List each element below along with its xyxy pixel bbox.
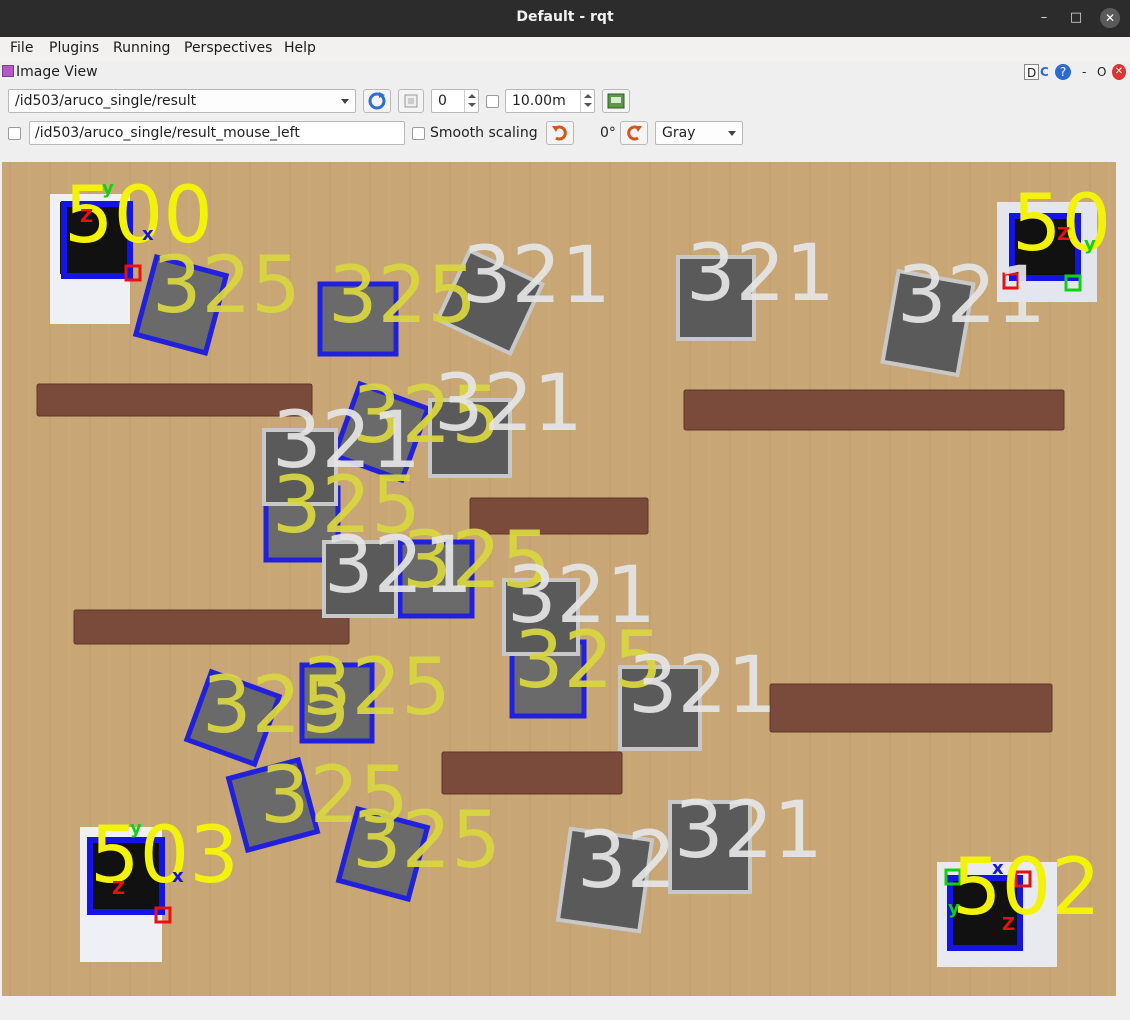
reload-plugin-button[interactable]: C <box>1040 64 1049 80</box>
rotate-right-button[interactable] <box>620 121 648 145</box>
marker-id-label: 321 <box>324 521 473 611</box>
max-range-spinbox[interactable]: 10.00m <box>505 89 595 113</box>
refresh-icon <box>368 92 386 110</box>
svg-text:x: x <box>172 866 184 887</box>
close-plugin-icon[interactable]: ✕ <box>1112 64 1126 80</box>
marker-id-label: 321 <box>434 359 583 449</box>
svg-text:y: y <box>102 178 114 199</box>
topic-selector[interactable]: /id503/aruco_single/result <box>8 89 356 113</box>
menu-running[interactable]: Running <box>113 40 170 56</box>
rotation-label: 0° <box>600 125 616 141</box>
marker-id-label: 321 <box>674 786 823 876</box>
zoom-fit-icon <box>404 94 418 108</box>
svg-text:y: y <box>130 818 142 839</box>
rotate-right-icon <box>627 125 642 141</box>
window-titlebar: Default - rqt – □ ✕ <box>0 0 1130 37</box>
spin-arrows-icon[interactable] <box>464 90 478 112</box>
menu-help[interactable]: Help <box>284 40 316 56</box>
image-view-icon <box>2 65 14 77</box>
marker-id-label: 321 <box>628 641 777 731</box>
color-scheme-value: Gray <box>662 125 696 141</box>
maximize-button[interactable]: □ <box>1066 8 1086 28</box>
topic-selector-value: /id503/aruco_single/result <box>15 93 197 109</box>
svg-text:x: x <box>142 224 154 245</box>
marker-id-label: 325 <box>152 241 301 331</box>
marker-id-label: 325 <box>202 661 351 751</box>
plugin-header: Image View D C ? - O ✕ <box>0 61 1130 85</box>
save-image-icon <box>607 93 625 109</box>
zoom-fit-button[interactable] <box>398 89 424 113</box>
marker-id-label: 502 <box>952 843 1101 933</box>
save-image-button[interactable] <box>602 89 630 113</box>
marker-id-label: 321 <box>897 251 1046 341</box>
menu-perspectives[interactable]: Perspectives <box>184 40 272 56</box>
marker-id-label: 321 <box>272 396 421 486</box>
smooth-scaling-label: Smooth scaling <box>430 125 538 141</box>
svg-text:Z: Z <box>80 206 93 227</box>
svg-text:y: y <box>948 898 960 919</box>
rotation-spinbox[interactable]: 0 <box>431 89 479 113</box>
menubar: File Plugins Running Perspectives Help <box>0 37 1130 61</box>
rotate-left-icon <box>552 125 567 141</box>
plugin-title: Image View <box>16 64 98 80</box>
svg-text:Z: Z <box>112 878 125 899</box>
marker-id-label: 32 <box>577 816 676 906</box>
minimize-button[interactable]: – <box>1034 8 1054 28</box>
marker-id-label: 325 <box>352 796 501 886</box>
camera-image: 500 50 503 502 325 325 325 325 325 325 3… <box>2 162 1116 996</box>
publish-topic-input[interactable]: /id503/aruco_single/result_mouse_left <box>29 121 405 145</box>
float-plugin-button[interactable]: O <box>1097 64 1106 80</box>
marker-id-label: 325 <box>328 251 477 341</box>
marker-id-label: 321 <box>686 229 835 319</box>
svg-text:y: y <box>1084 234 1096 255</box>
window-title: Default - rqt <box>516 9 614 25</box>
svg-text:x: x <box>992 858 1004 879</box>
publish-mouse-checkbox[interactable] <box>8 127 21 140</box>
help-button[interactable]: ? <box>1055 64 1071 80</box>
color-scheme-selector[interactable]: Gray <box>655 121 743 145</box>
chevron-down-icon <box>341 99 349 104</box>
publish-topic-value: /id503/aruco_single/result_mouse_left <box>35 125 300 141</box>
dock-button[interactable]: D <box>1024 64 1040 80</box>
smooth-scaling-checkbox[interactable] <box>412 127 425 140</box>
marker-id-label: 321 <box>507 551 656 641</box>
menu-plugins[interactable]: Plugins <box>49 40 99 56</box>
spin-arrows-icon[interactable] <box>580 90 594 112</box>
max-range-value: 10.00m <box>512 93 566 109</box>
minimize-plugin-button[interactable]: - <box>1082 64 1086 80</box>
svg-text:Z: Z <box>1057 224 1070 245</box>
close-button[interactable]: ✕ <box>1100 8 1120 28</box>
rotate-left-button[interactable] <box>546 121 574 145</box>
menu-file[interactable]: File <box>10 40 33 56</box>
rotation-spinbox-value: 0 <box>438 93 447 109</box>
svg-text:Z: Z <box>1002 914 1015 935</box>
chevron-down-icon <box>728 131 736 136</box>
dynamic-range-checkbox[interactable] <box>486 95 499 108</box>
camera-image-view[interactable]: 500 50 503 502 325 325 325 325 325 325 3… <box>2 162 1116 996</box>
refresh-button[interactable] <box>363 89 391 113</box>
marker-id-label: 321 <box>462 231 611 321</box>
